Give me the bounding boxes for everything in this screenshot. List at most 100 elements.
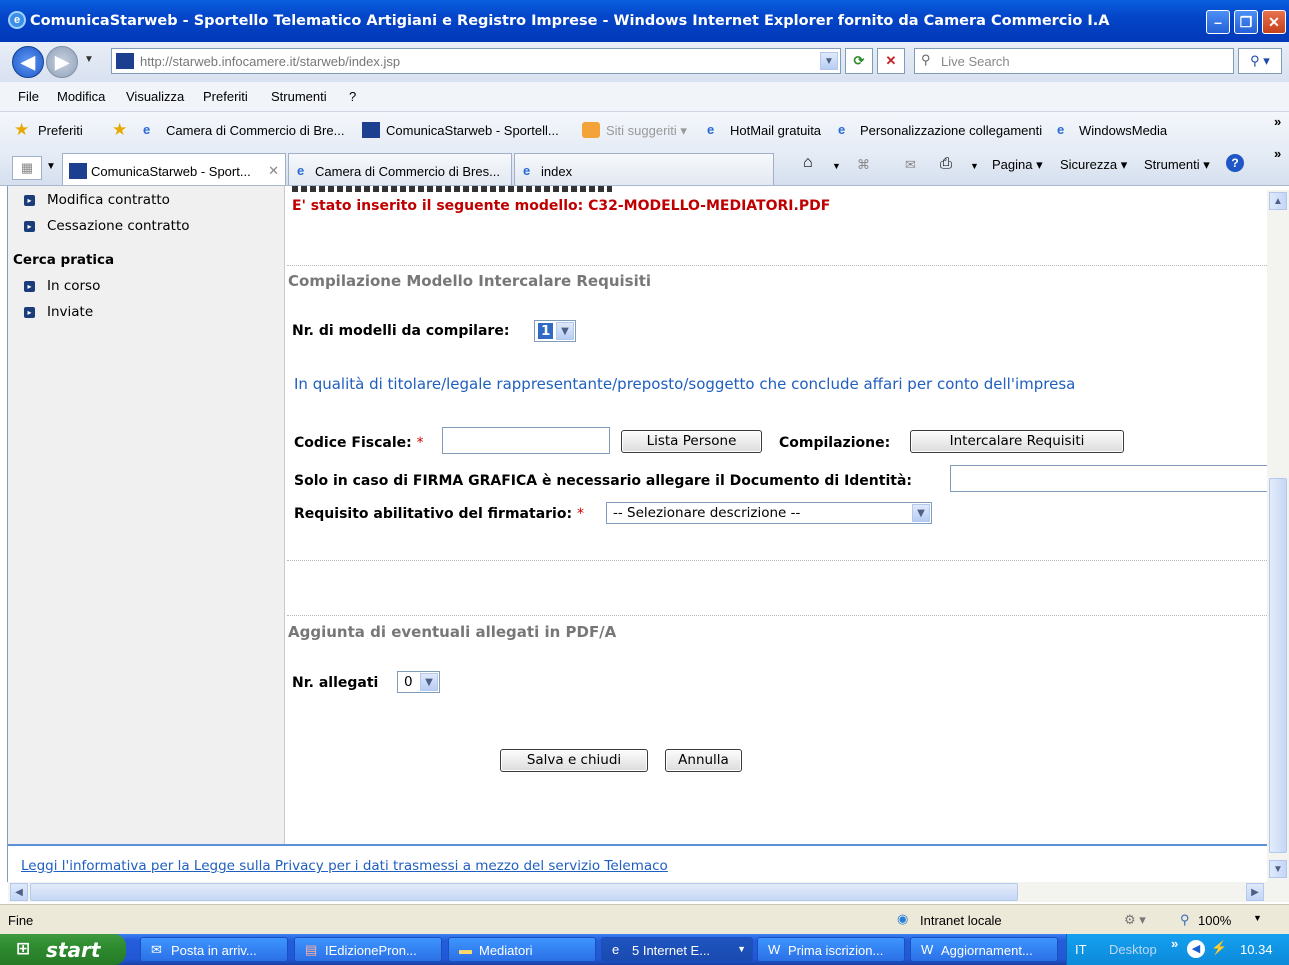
- menu-visualizza[interactable]: Visualizza: [126, 89, 184, 104]
- lista-persone-button[interactable]: Lista Persone: [621, 430, 762, 453]
- back-button[interactable]: ◀: [12, 46, 44, 78]
- menu-help[interactable]: ?: [349, 89, 356, 104]
- menu-strumenti[interactable]: Strumenti: [271, 89, 327, 104]
- taskbar-item-prima-iscrizione[interactable]: W Prima iscrizion...: [757, 937, 905, 962]
- scroll-down-icon[interactable]: ▼: [1269, 860, 1287, 878]
- vertical-scroll-thumb[interactable]: [1269, 478, 1287, 853]
- requisito-label: Requisito abilitativo del firmatario: *: [294, 506, 584, 522]
- intercalare-requisiti-button[interactable]: Intercalare Requisiti: [910, 430, 1124, 453]
- fav-link-personalizzazione[interactable]: Personalizzazione collegamenti: [860, 123, 1042, 138]
- start-label: start: [46, 938, 101, 962]
- scroll-left-icon[interactable]: ◀: [10, 883, 28, 901]
- codice-fiscale-label: Codice Fiscale: *: [294, 435, 424, 451]
- sidebar-item-inviate[interactable]: ▸ Inviate: [24, 304, 93, 320]
- home-dropdown-icon[interactable]: ▼: [832, 161, 841, 171]
- scroll-right-icon[interactable]: ▶: [1246, 883, 1264, 901]
- address-dropdown-icon[interactable]: ▼: [820, 52, 838, 70]
- taskbar-item-aggiornamento[interactable]: W Aggiornament...: [910, 937, 1058, 962]
- nr-modelli-select[interactable]: 1 ▼: [534, 320, 576, 342]
- security-menu[interactable]: Sicurezza ▾: [1060, 157, 1127, 173]
- tab-camera[interactable]: e Camera di Commercio di Bres...: [288, 153, 512, 185]
- minimize-button[interactable]: –: [1206, 10, 1230, 34]
- annulla-button[interactable]: Annulla: [665, 749, 742, 772]
- desktop-toolbar[interactable]: Desktop: [1109, 942, 1157, 957]
- sidebar-item-in-corso[interactable]: ▸ In corso: [24, 278, 100, 294]
- tab-close-icon[interactable]: ✕: [268, 163, 279, 179]
- chevron-more-icon[interactable]: »: [1274, 114, 1281, 129]
- forward-button[interactable]: ▶: [46, 46, 78, 78]
- taskbar-label: 5 Internet E...: [632, 943, 711, 958]
- codice-fiscale-input[interactable]: [442, 427, 610, 454]
- tab-label: index: [541, 164, 573, 179]
- add-favorite-icon[interactable]: ★: [112, 120, 127, 140]
- salva-chiudi-button[interactable]: Salva e chiudi: [500, 749, 648, 772]
- feeds-icon[interactable]: ⌘: [857, 157, 870, 173]
- start-button[interactable]: ⊞ start: [0, 934, 126, 965]
- quick-tabs-icon[interactable]: ▦: [12, 156, 42, 180]
- taskbar-label: Aggiornament...: [941, 943, 1033, 958]
- required-mark: *: [416, 435, 424, 451]
- history-dropdown-icon[interactable]: ▼: [84, 54, 94, 65]
- privacy-link[interactable]: Leggi l'informativa per la Legge sulla P…: [21, 858, 668, 874]
- taskbar-item-mediatori[interactable]: ▬ Mediatori: [448, 937, 596, 962]
- requisito-select[interactable]: -- Selezionare descrizione -- ▼: [606, 502, 932, 524]
- taskbar-label: Mediatori: [479, 943, 533, 958]
- sidebar-item-cessazione-contratto[interactable]: ▸ Cessazione contratto: [24, 218, 190, 234]
- network-icon[interactable]: ⚡: [1211, 940, 1227, 956]
- language-indicator[interactable]: IT: [1075, 942, 1087, 957]
- menu-file[interactable]: File: [18, 89, 39, 104]
- search-go-button[interactable]: ⚲ ▾: [1238, 48, 1282, 74]
- chevron-more-icon[interactable]: »: [1171, 936, 1178, 951]
- vertical-scrollbar[interactable]: ▲ ▼: [1267, 190, 1289, 882]
- taskbar-item-posta[interactable]: ✉ Posta in arriv...: [140, 937, 288, 962]
- zone-text: Intranet locale: [920, 913, 1002, 928]
- address-field[interactable]: http://starweb.infocamere.it/starweb/ind…: [111, 48, 841, 74]
- label-text: Codice Fiscale:: [294, 435, 412, 451]
- taskbar-item-internet-explorer[interactable]: e 5 Internet E... ▼: [601, 937, 753, 962]
- fav-link-windowsmedia[interactable]: WindowsMedia: [1079, 123, 1167, 138]
- status-text: Fine: [8, 913, 34, 928]
- tab-index[interactable]: e index: [514, 153, 774, 185]
- page-menu[interactable]: Pagina ▾: [992, 157, 1043, 173]
- tab-list-dropdown-icon[interactable]: ▼: [46, 161, 56, 172]
- favorites-star-icon: ★: [14, 120, 30, 139]
- horizontal-scroll-thumb[interactable]: [30, 883, 1018, 901]
- stop-button[interactable]: ✕: [877, 48, 905, 74]
- pdf-icon: ▤: [305, 942, 318, 957]
- fav-link-suggested[interactable]: Siti suggeriti ▾: [606, 123, 687, 139]
- menu-preferiti[interactable]: Preferiti: [203, 89, 248, 104]
- tools-menu[interactable]: Strumenti ▾: [1144, 157, 1210, 173]
- zoom-level[interactable]: 100%: [1198, 913, 1231, 928]
- maximize-button[interactable]: ❐: [1234, 10, 1258, 34]
- show-hidden-icons-icon[interactable]: ◀: [1187, 940, 1205, 958]
- menu-modifica[interactable]: Modifica: [57, 89, 105, 104]
- documento-identita-input[interactable]: [950, 465, 1267, 492]
- clock[interactable]: 10.34: [1240, 942, 1273, 957]
- window-titlebar[interactable]: e ComunicaStarweb - Sportello Telematico…: [0, 0, 1289, 42]
- word-icon: W: [921, 942, 934, 957]
- search-input[interactable]: ⚲ Live Search: [914, 48, 1234, 74]
- favorites-label[interactable]: Preferiti: [38, 123, 83, 138]
- fav-link-hotmail[interactable]: HotMail gratuita: [730, 123, 821, 138]
- fav-link-starweb[interactable]: ComunicaStarweb - Sportell...: [386, 123, 559, 138]
- sidebar-item-label: Inviate: [47, 304, 94, 320]
- help-icon[interactable]: ?: [1226, 154, 1244, 172]
- home-icon[interactable]: ⌂: [803, 154, 813, 172]
- sidebar-item-modifica-contratto[interactable]: ▸ Modifica contratto: [24, 192, 170, 208]
- scroll-up-icon[interactable]: ▲: [1269, 192, 1287, 210]
- outlook-icon: ✉: [151, 942, 162, 957]
- fav-link-camera[interactable]: Camera di Commercio di Bre...: [166, 123, 344, 138]
- print-icon[interactable]: ⎙: [940, 155, 952, 172]
- close-button[interactable]: ✕: [1262, 10, 1286, 34]
- refresh-button[interactable]: ⟳: [845, 48, 873, 74]
- print-dropdown-icon[interactable]: ▼: [970, 161, 979, 171]
- address-url[interactable]: http://starweb.infocamere.it/starweb/ind…: [140, 54, 400, 69]
- mail-icon[interactable]: ✉: [905, 157, 916, 173]
- nr-allegati-select[interactable]: 0 ▼: [397, 671, 440, 693]
- chevron-more-icon[interactable]: »: [1274, 146, 1281, 161]
- horizontal-scrollbar[interactable]: ◀ ▶: [8, 882, 1289, 902]
- tab-starweb[interactable]: ComunicaStarweb - Sport... ✕: [62, 153, 286, 185]
- taskbar-item-iedizione[interactable]: ▤ IEdizionePron...: [294, 937, 442, 962]
- protected-mode-icon[interactable]: ⚙ ▾: [1124, 912, 1146, 928]
- zoom-dropdown-icon[interactable]: ▼: [1253, 913, 1262, 923]
